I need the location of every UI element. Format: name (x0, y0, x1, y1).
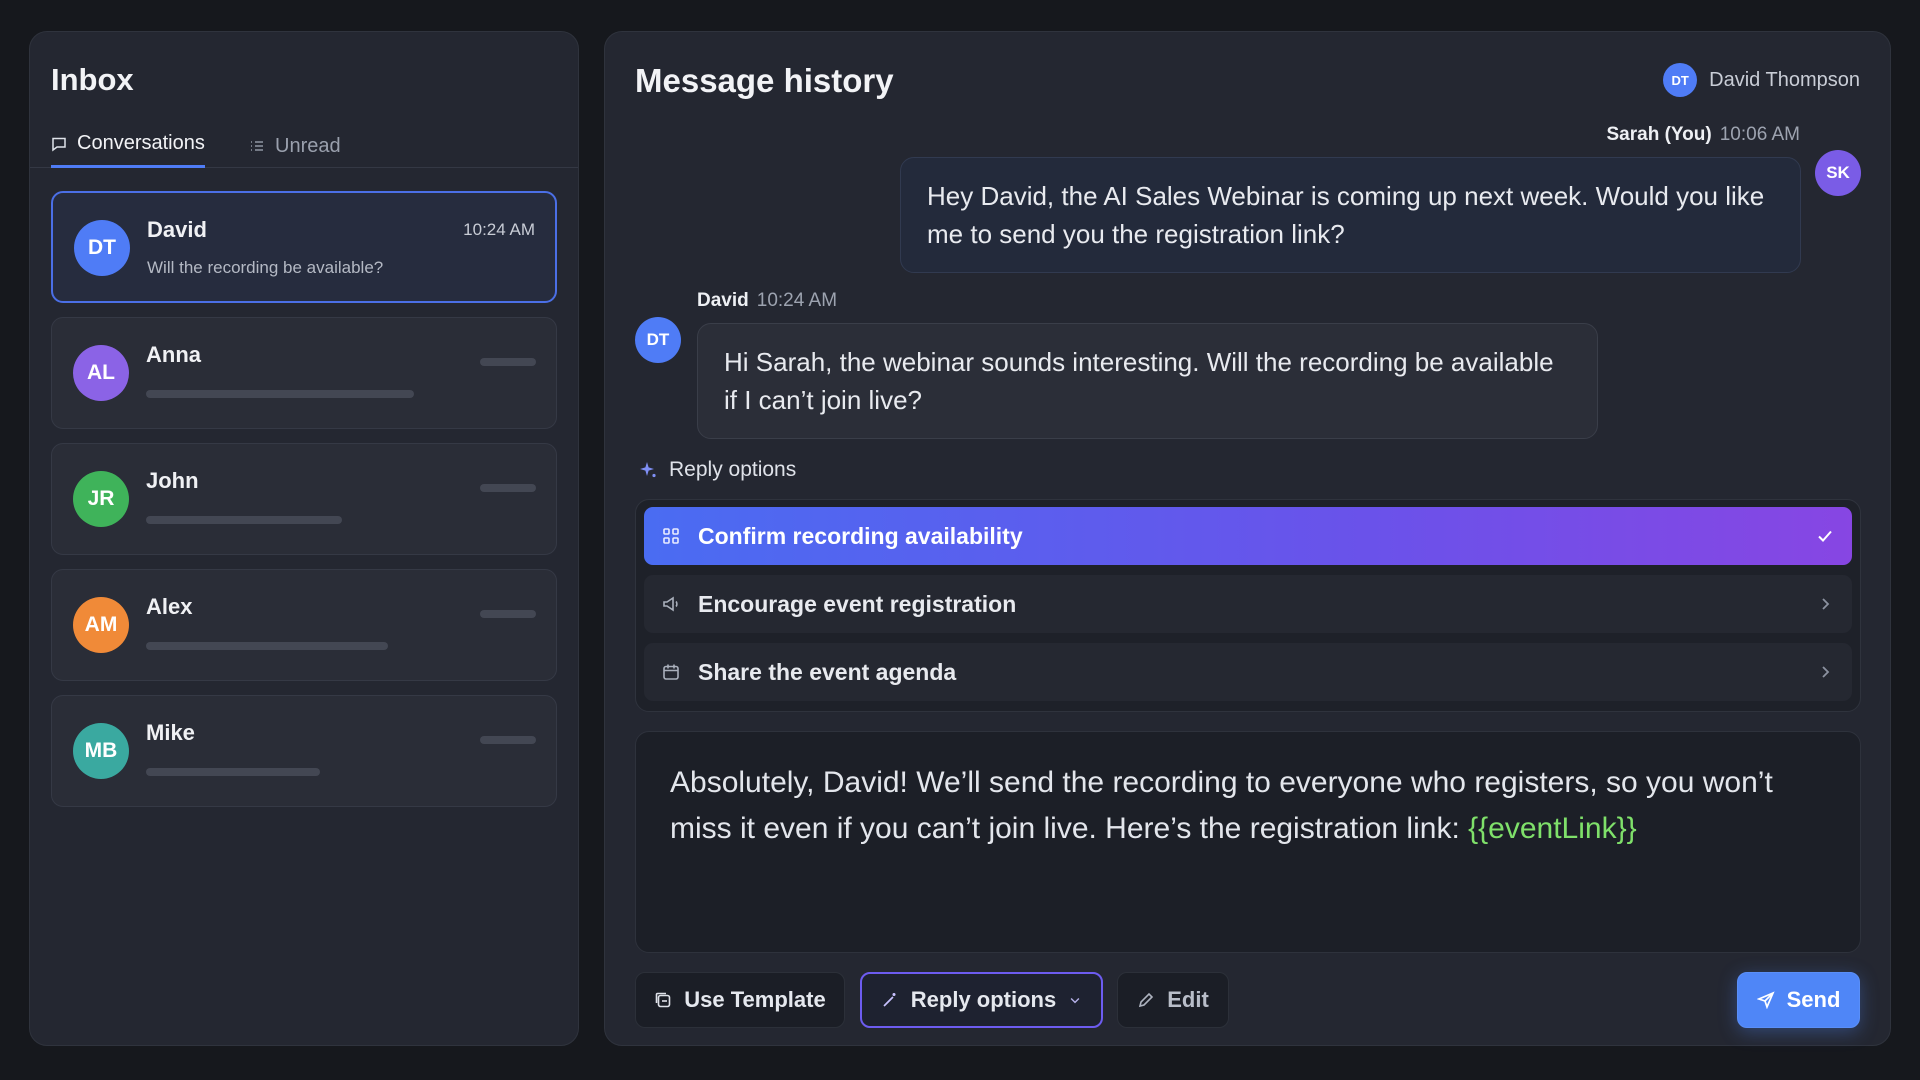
pencil-icon (1139, 992, 1154, 1008)
message-history-panel: Message history DT David Thompson Sarah … (604, 31, 1891, 1046)
reply-draft-textarea[interactable]: Absolutely, David! We’ll send the record… (635, 731, 1861, 953)
conversation-time: 10:24 AM (463, 220, 535, 239)
reply-option-encourage-registration[interactable]: Encourage event registration (644, 575, 1852, 633)
send-label: Send (1786, 987, 1841, 1012)
reply-option-confirm-recording[interactable]: Confirm recording availability (644, 507, 1852, 565)
message-sender: Sarah (You) (1606, 124, 1712, 145)
avatar: DT (74, 220, 130, 276)
message-time: 10:06 AM (1719, 124, 1800, 145)
inbox-title: Inbox (51, 62, 134, 97)
reply-option-label: Share the event agenda (698, 658, 957, 685)
reply-option-share-agenda[interactable]: Share the event agenda (644, 643, 1852, 701)
conversation-name: Alex (146, 594, 193, 619)
page-title: Message history (635, 62, 894, 99)
calendar-icon (663, 664, 679, 680)
chevron-right-icon (1822, 666, 1830, 678)
reply-option-label: Encourage event registration (698, 590, 1017, 617)
message-text: Hi Sarah, the webinar sounds interesting… (724, 347, 1554, 415)
conversation-item-john[interactable]: JR John (51, 443, 557, 555)
tab-conversations[interactable]: Conversations (51, 124, 205, 168)
avatar: SK (1815, 150, 1861, 196)
use-template-label: Use Template (684, 987, 826, 1012)
time-placeholder (480, 484, 536, 492)
message-header: David 10:24 AM (697, 290, 837, 312)
reply-options-button-label: Reply options (910, 987, 1057, 1012)
avatar: MB (73, 723, 129, 779)
conversation-name: Mike (146, 720, 195, 745)
sparkle-icon (640, 462, 656, 478)
message-bubble-incoming: Hi Sarah, the webinar sounds interesting… (697, 323, 1598, 439)
time-placeholder (480, 736, 536, 744)
preview-placeholder (146, 768, 320, 776)
template-icon (655, 992, 671, 1008)
avatar: AM (73, 597, 129, 653)
conversation-name: Anna (146, 342, 201, 367)
time-placeholder (480, 610, 536, 618)
inbox-tabs: Conversations Unread (30, 124, 578, 168)
reply-options-text: Reply options (669, 458, 797, 481)
message-sender: David (697, 290, 749, 311)
tab-unread[interactable]: Unread (249, 124, 341, 168)
template-variable: {{eventLink}} (1468, 812, 1637, 845)
grid-icon (663, 528, 679, 544)
conversation-name: John (146, 468, 199, 493)
avatar: AL (73, 345, 129, 401)
reply-options-label: Reply options (639, 458, 796, 482)
reply-option-label: Confirm recording availability (698, 522, 1023, 549)
preview-placeholder (146, 642, 388, 650)
megaphone-icon (663, 596, 678, 612)
avatar: DT (1663, 63, 1698, 97)
conversation-name: David (147, 217, 207, 242)
avatar: JR (73, 471, 129, 527)
send-button[interactable]: Send (1737, 972, 1860, 1028)
tab-conversations-label: Conversations (77, 132, 205, 154)
list-icon (251, 141, 263, 151)
message-text: Hey David, the AI Sales Webinar is comin… (927, 181, 1765, 249)
edit-label: Edit (1167, 987, 1209, 1012)
conversation-item-alex[interactable]: AM Alex (51, 569, 557, 681)
check-icon (1818, 530, 1832, 542)
contact-header: DT David Thompson (1663, 63, 1860, 97)
chat-icon (52, 137, 66, 151)
use-template-button[interactable]: Use Template (635, 972, 845, 1028)
time-placeholder (480, 358, 536, 366)
conversation-item-david[interactable]: DT David 10:24 AM Will the recording be … (51, 191, 557, 303)
reply-options-button[interactable]: Reply options (860, 972, 1103, 1028)
reply-options-list: Confirm recording availability Encourage… (635, 499, 1861, 712)
magic-wand-icon (883, 993, 896, 1007)
contact-name: David Thompson (1709, 68, 1860, 91)
conversation-item-mike[interactable]: MB Mike (51, 695, 557, 807)
chevron-right-icon (1822, 598, 1830, 610)
send-icon (1756, 991, 1775, 1009)
preview-placeholder (146, 516, 342, 524)
message-time: 10:24 AM (756, 290, 838, 311)
chevron-down-icon (1070, 997, 1080, 1004)
tab-unread-label: Unread (275, 134, 341, 157)
preview-placeholder (146, 390, 414, 398)
conversation-preview: Will the recording be available? (147, 258, 384, 277)
avatar: DT (635, 317, 681, 363)
edit-button[interactable]: Edit (1117, 972, 1229, 1028)
message-header: Sarah (You) 10:06 AM (1607, 124, 1801, 146)
inbox-panel: Inbox Conversations Unread DT David 10:2… (29, 31, 579, 1046)
conversation-item-anna[interactable]: AL Anna (51, 317, 557, 429)
message-bubble-outgoing: Hey David, the AI Sales Webinar is comin… (900, 157, 1801, 273)
